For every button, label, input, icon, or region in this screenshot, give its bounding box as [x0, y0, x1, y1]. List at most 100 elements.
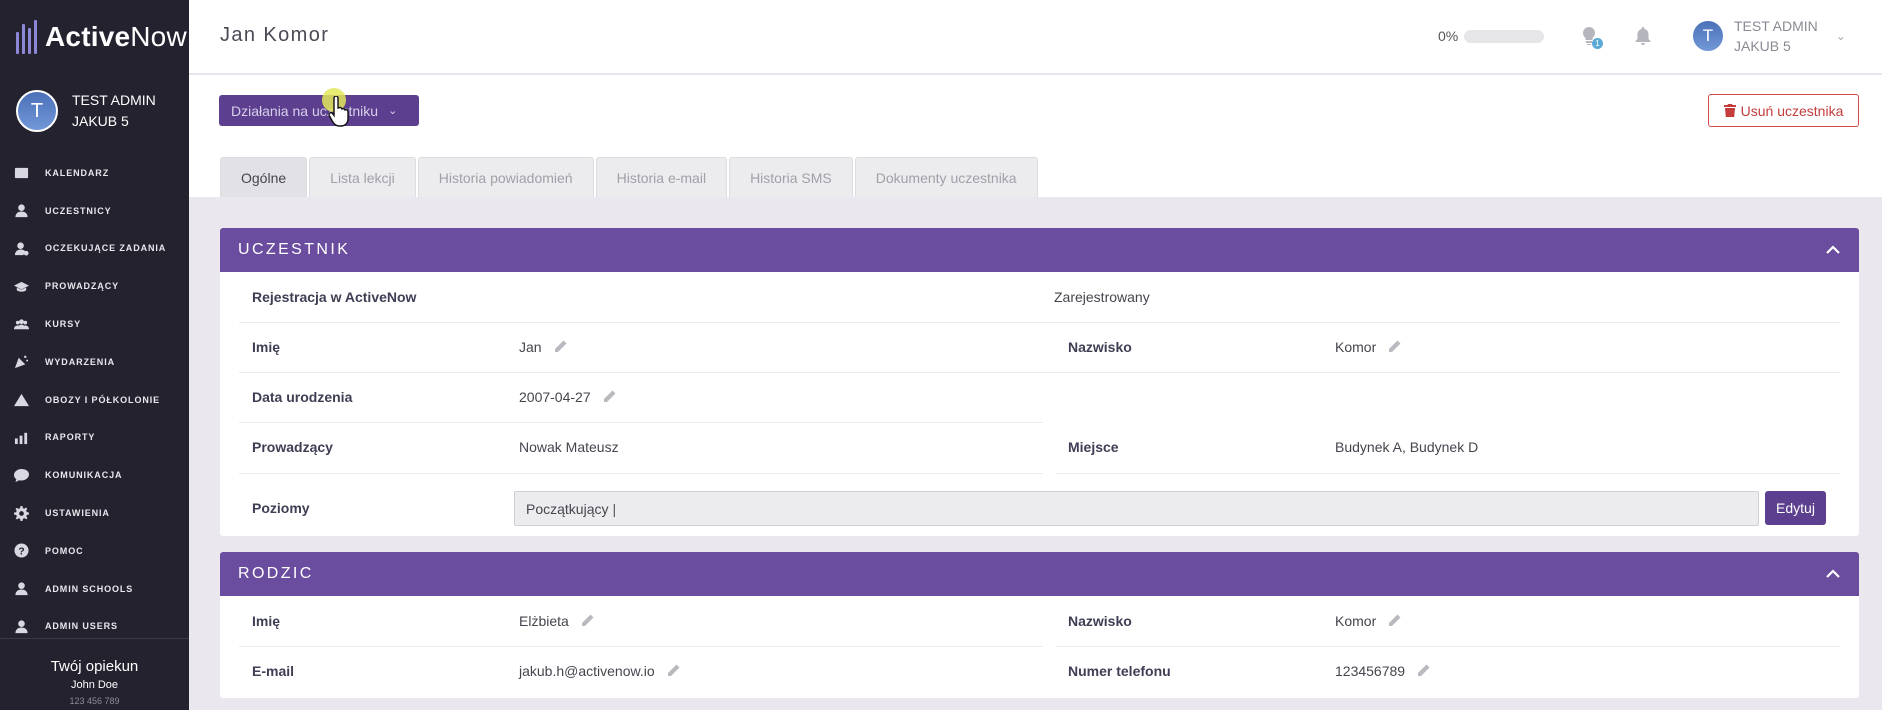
sidebar-item-kalendarz[interactable]: KALENDARZ: [0, 154, 189, 192]
chat-icon: [13, 467, 29, 483]
chevron-down-icon: ⌄: [388, 105, 398, 117]
avatar: T: [1691, 19, 1725, 53]
notification-count-badge: 1: [1592, 38, 1603, 49]
parent-first-name-value: Elżbieta: [519, 596, 595, 646]
guardian-box: Twój opiekun John Doe 123 456 789: [0, 638, 189, 710]
calendar-icon: [13, 165, 29, 181]
sidebar-item-wydarzenia[interactable]: WYDARZENIA: [0, 343, 189, 381]
parent-first-name-label: Imię: [252, 613, 281, 629]
parent-phone-value: 123456789: [1335, 646, 1431, 696]
divider: [1056, 473, 1840, 474]
user-menu-name: TEST ADMIN JAKUB 5: [1734, 18, 1818, 54]
divider: [239, 473, 1043, 474]
section-title: RODZIC: [238, 565, 314, 582]
sidebar: ActiveNow T TEST ADMIN JAKUB 5 KALENDARZ…: [0, 0, 189, 710]
tab-historia-powiadomien[interactable]: Historia powiadomień: [417, 157, 594, 197]
instructor-label: Prowadzący: [252, 439, 333, 455]
lightbulb-button[interactable]: 1: [1578, 25, 1603, 49]
parent-last-name-label: Nazwisko: [1068, 613, 1132, 629]
parent-section-header[interactable]: RODZIC: [220, 552, 1859, 596]
divider: [239, 322, 1840, 323]
svg-text:?: ?: [18, 547, 24, 558]
avatar: T: [16, 90, 58, 132]
sidebar-item-uczestnicy[interactable]: UCZESTNICY: [0, 192, 189, 230]
hand-pointer-icon: [328, 95, 350, 133]
sidebar-item-oczekujace-zadania[interactable]: OCZEKUJĄCE ZADANIA: [0, 230, 189, 268]
side-nav: KALENDARZ UCZESTNICY OCZEKUJĄCE ZADANIA …: [0, 154, 189, 645]
edit-parent-last-name-pencil-icon[interactable]: [1388, 614, 1402, 628]
first-name-label: Imię: [252, 339, 281, 355]
notifications-button[interactable]: [1632, 25, 1654, 47]
user-clock-icon: [13, 240, 29, 256]
sidebar-item-ustawienia[interactable]: USTAWIENIA: [0, 494, 189, 532]
trash-icon: [1723, 104, 1736, 117]
user-icon: [13, 581, 29, 597]
edit-birth-date-pencil-icon[interactable]: [603, 390, 617, 404]
instructor-value: Nowak Mateusz: [519, 439, 619, 455]
edit-parent-first-name-pencil-icon[interactable]: [581, 614, 595, 628]
place-value: Budynek A, Budynek D: [1335, 439, 1479, 455]
logo-bars-icon: [16, 20, 37, 54]
edit-last-name-pencil-icon[interactable]: [1388, 340, 1402, 354]
sidebar-item-obozy[interactable]: OBOZY I PÓŁKOLONIE: [0, 381, 189, 419]
chevron-up-icon: [1826, 245, 1840, 254]
registration-label: Rejestracja w ActiveNow: [252, 289, 417, 305]
divider: [239, 372, 1840, 373]
chevron-down-icon: ⌄: [1835, 29, 1846, 43]
section-title: UCZESTNIK: [238, 241, 351, 258]
levels-label: Poziomy: [252, 500, 310, 516]
participant-section: UCZESTNIK Rejestracja w ActiveNow Zareje…: [220, 228, 1859, 536]
sidebar-item-raporty[interactable]: RAPORTY: [0, 419, 189, 457]
guardian-name: John Doe: [70, 679, 119, 691]
last-name-value: Komor: [1335, 322, 1402, 372]
sidebar-item-kursy[interactable]: KURSY: [0, 305, 189, 343]
chevron-up-icon: [1826, 569, 1840, 578]
levels-input[interactable]: Początkujący |: [514, 491, 1759, 526]
mountain-icon: [13, 392, 29, 408]
place-label: Miejsce: [1068, 439, 1119, 455]
tab-historia-email[interactable]: Historia e-mail: [595, 157, 728, 197]
parent-section: RODZIC Imię Elżbieta Nazwisko Komor E-ma…: [220, 552, 1859, 698]
delete-participant-button[interactable]: Usuń uczestnika: [1708, 94, 1859, 127]
participant-actions-dropdown[interactable]: Działania na uczestniku ⌄: [219, 95, 419, 126]
sidebar-user[interactable]: T TEST ADMIN JAKUB 5: [16, 90, 156, 132]
help-icon: ?: [13, 543, 29, 559]
tab-historia-sms[interactable]: Historia SMS: [729, 157, 853, 197]
last-name-label: Nazwisko: [1068, 339, 1132, 355]
gear-icon: [13, 505, 29, 521]
user-icon: [13, 203, 29, 219]
sidebar-user-name: TEST ADMIN JAKUB 5: [72, 92, 156, 129]
sidebar-item-pomoc[interactable]: ? POMOC: [0, 532, 189, 570]
edit-parent-phone-pencil-icon[interactable]: [1417, 664, 1431, 678]
birth-date-value: 2007-04-27: [519, 372, 617, 422]
divider: [1056, 646, 1840, 647]
actions-area: Działania na uczestniku ⌄ Usuń uczestnik…: [189, 75, 1882, 197]
edit-first-name-pencil-icon[interactable]: [554, 340, 568, 354]
bell-icon: [1635, 27, 1651, 45]
guardian-title: Twój opiekun: [50, 658, 139, 675]
sidebar-item-komunikacja[interactable]: KOMUNIKACJA: [0, 456, 189, 494]
sidebar-item-prowadzacy[interactable]: PROWADZĄCY: [0, 267, 189, 305]
edit-levels-button[interactable]: Edytuj: [1765, 491, 1826, 525]
parent-email-value: jakub.h@activenow.io: [519, 646, 681, 696]
topbar: Jan Komor 0% 1 T TEST ADMIN JAKUB 5 ⌄: [189, 0, 1882, 74]
progress-label: 0%: [1438, 28, 1459, 44]
chart-icon: [13, 429, 29, 445]
participant-section-header[interactable]: UCZESTNIK: [220, 228, 1859, 272]
tab-lista-lekcji[interactable]: Lista lekcji: [309, 157, 416, 197]
user-menu[interactable]: T TEST ADMIN JAKUB 5 ⌄: [1691, 16, 1846, 56]
sidebar-item-admin-schools[interactable]: ADMIN SCHOOLS: [0, 570, 189, 608]
progress-indicator: 0%: [1438, 28, 1545, 44]
parent-phone-label: Numer telefonu: [1068, 663, 1171, 679]
parent-last-name-value: Komor: [1335, 596, 1402, 646]
party-icon: [13, 354, 29, 370]
parent-email-label: E-mail: [252, 663, 295, 679]
tab-dokumenty-uczestnika[interactable]: Dokumenty uczestnika: [854, 157, 1038, 197]
guardian-phone: 123 456 789: [69, 696, 120, 706]
tab-ogolne[interactable]: Ogólne: [220, 157, 308, 197]
app-logo[interactable]: ActiveNow: [16, 18, 187, 56]
page-title: Jan Komor: [220, 24, 330, 46]
edit-parent-email-pencil-icon[interactable]: [667, 664, 681, 678]
graduation-cap-icon: [13, 278, 29, 294]
tab-bar: Ogólne Lista lekcji Historia powiadomień…: [220, 157, 1040, 197]
